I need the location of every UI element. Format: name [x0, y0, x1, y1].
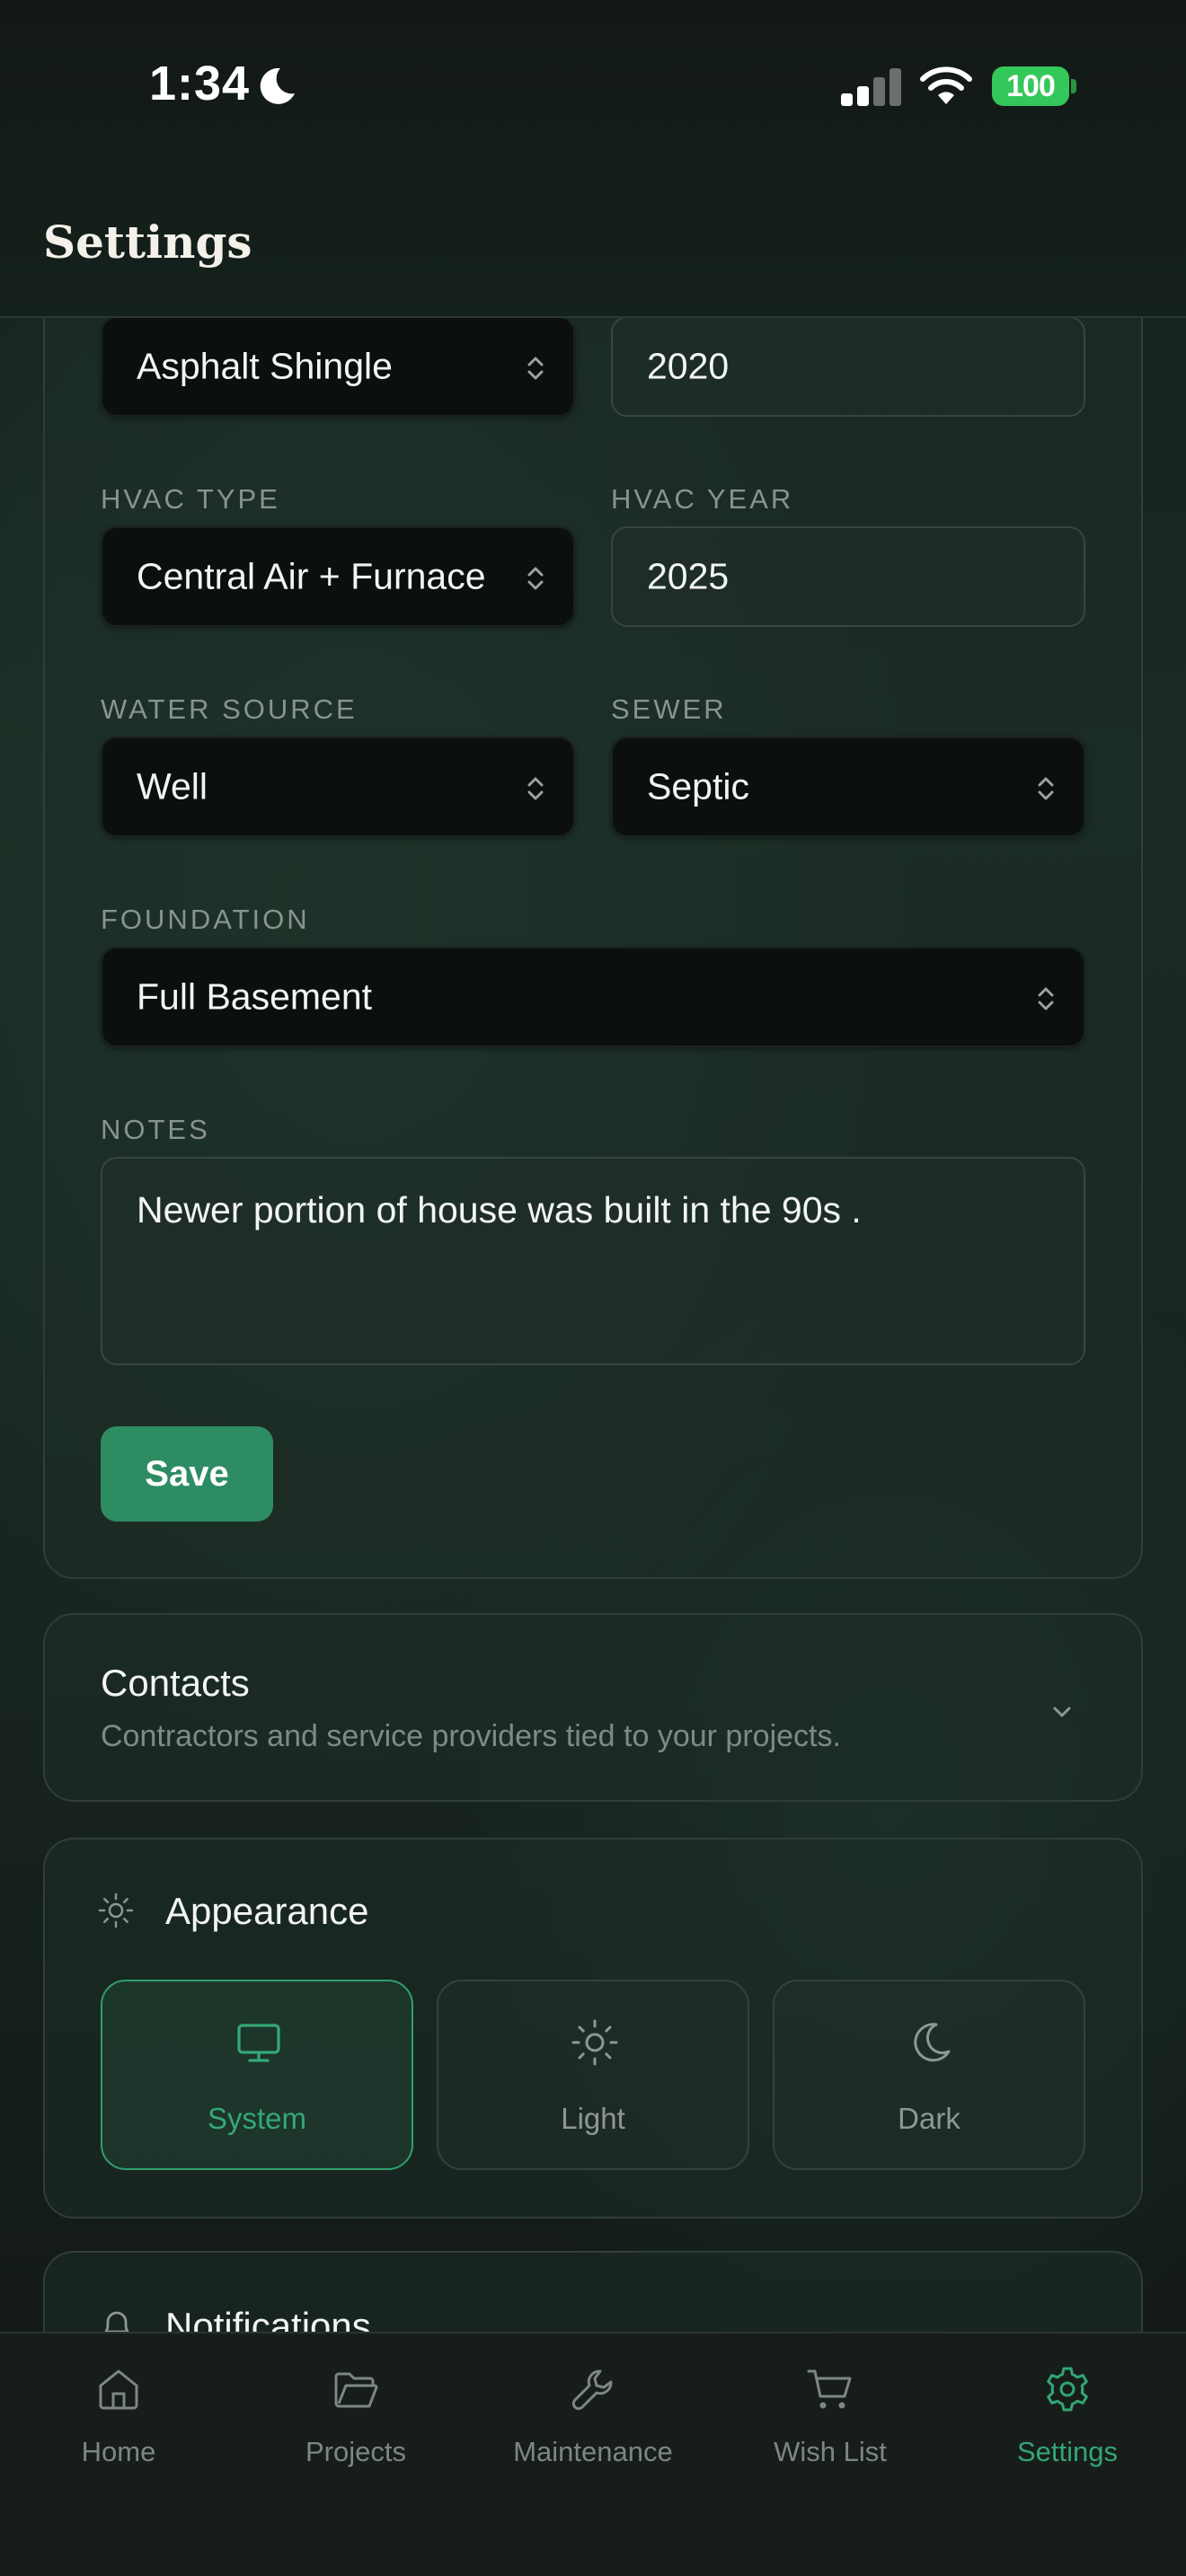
hvac-type-value: Central Air + Furnace	[137, 555, 486, 597]
tab-label: Home	[81, 2436, 156, 2467]
hvac-year-value: 2025	[647, 555, 730, 597]
roof-year-input[interactable]: 2020	[611, 316, 1085, 417]
select-chevrons-icon	[527, 357, 544, 380]
tab-maintenance[interactable]: Maintenance	[474, 2333, 712, 2513]
battery-tip	[1071, 79, 1076, 93]
sewer-select[interactable]: Septic	[611, 737, 1085, 837]
bottom-tab-bar: Home Projects Maintenance Wish List Sett…	[0, 2332, 1186, 2576]
moon-icon	[914, 2023, 951, 2062]
roof-year-value: 2020	[647, 345, 730, 387]
gear-icon	[1047, 2367, 1088, 2412]
header-bar: 1:34 100 Settings	[0, 0, 1186, 318]
hvac-year-input[interactable]: 2025	[611, 526, 1085, 627]
appearance-card: Appearance System Light Dark	[43, 1838, 1143, 2219]
cellular-signal-icon	[841, 66, 902, 106]
save-button[interactable]: Save	[101, 1426, 273, 1522]
contacts-subtitle: Contractors and service providers tied t…	[101, 1719, 841, 1753]
foundation-select[interactable]: Full Basement	[101, 947, 1085, 1047]
sun-icon	[571, 2019, 618, 2066]
tab-settings[interactable]: Settings	[949, 2333, 1186, 2513]
tab-label: Projects	[305, 2436, 406, 2467]
sun-icon	[98, 1892, 134, 1928]
status-time: 1:34	[149, 57, 251, 110]
theme-option-light[interactable]: Light	[437, 1980, 749, 2170]
notes-textarea[interactable]: Newer portion of house was built in the …	[101, 1157, 1085, 1365]
hvac-type-select[interactable]: Central Air + Furnace	[101, 526, 575, 627]
water-source-value: Well	[137, 765, 208, 807]
hvac-type-label: HVAC TYPE	[101, 483, 280, 515]
roof-type-value: Asphalt Shingle	[137, 345, 393, 387]
wifi-icon	[920, 66, 972, 104]
sewer-value: Septic	[647, 765, 749, 807]
tab-label: Settings	[1016, 2436, 1118, 2467]
water-source-label: WATER SOURCE	[101, 693, 358, 725]
contacts-title: Contacts	[101, 1662, 250, 1704]
settings-scroll-content[interactable]: Asphalt Shingle 2020 HVAC TYPE HVAC YEAR…	[0, 0, 1186, 2430]
monitor-icon	[237, 2024, 280, 2062]
status-bar: 1:34 100	[0, 0, 1186, 180]
cart-icon	[807, 2369, 852, 2409]
home-icon	[99, 2369, 138, 2410]
tab-home[interactable]: Home	[0, 2333, 237, 2513]
notes-label: NOTES	[101, 1114, 210, 1145]
roof-type-select[interactable]: Asphalt Shingle	[101, 316, 575, 417]
focus-moon-icon	[260, 67, 295, 104]
page-title: Settings	[43, 216, 252, 269]
hvac-year-label: HVAC YEAR	[611, 483, 794, 515]
sewer-label: SEWER	[611, 693, 727, 725]
foundation-label: FOUNDATION	[101, 904, 310, 935]
select-chevrons-icon	[1038, 777, 1054, 800]
select-chevrons-icon	[1038, 987, 1054, 1010]
tab-projects[interactable]: Projects	[237, 2333, 474, 2513]
select-chevrons-icon	[527, 777, 544, 800]
theme-option-dark[interactable]: Dark	[773, 1980, 1085, 2170]
tab-label: Maintenance	[513, 2436, 673, 2467]
theme-option-label: Light	[561, 2102, 625, 2135]
foundation-value: Full Basement	[137, 975, 373, 1018]
tab-label: Wish List	[774, 2436, 887, 2467]
appearance-title: Appearance	[165, 1890, 369, 1932]
chevron-down-icon[interactable]	[1048, 1698, 1076, 1726]
select-chevrons-icon	[527, 567, 544, 590]
tab-wish-list[interactable]: Wish List	[712, 2333, 949, 2513]
contacts-card[interactable]: Contacts Contractors and service provide…	[43, 1613, 1143, 1802]
theme-option-label: System	[207, 2102, 307, 2135]
wrench-icon	[571, 2369, 613, 2411]
notes-value: Newer portion of house was built in the …	[137, 1189, 862, 1231]
theme-option-system[interactable]: System	[101, 1980, 413, 2170]
battery-indicator: 100	[992, 66, 1069, 106]
folder-icon	[334, 2372, 378, 2408]
water-source-select[interactable]: Well	[101, 737, 575, 837]
theme-option-label: Dark	[898, 2102, 960, 2135]
